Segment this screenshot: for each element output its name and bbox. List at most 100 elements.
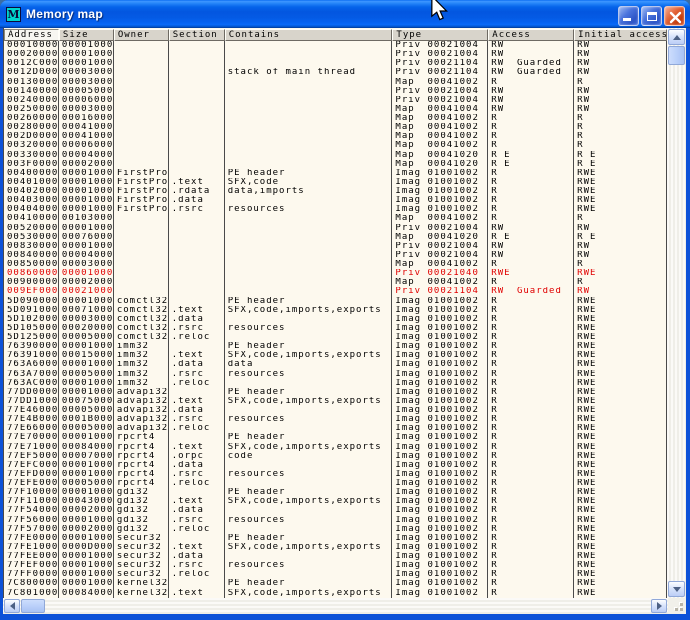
column-header-owner[interactable]: Owner xyxy=(114,29,169,41)
table-row[interactable]: 0041000000103000Map 00041002RR xyxy=(4,214,667,223)
titlebar[interactable]: M Memory map xyxy=(0,0,690,28)
table-row[interactable]: 77E6600000005000advapi32.relocImag 01001… xyxy=(4,424,667,433)
cell-section xyxy=(169,50,225,59)
table-row[interactable]: 77EF500000007000rpcrt4.orpccodeImag 0100… xyxy=(4,452,667,461)
table-row[interactable]: 77EFC00000001000rpcrt4.dataImag 01001002… xyxy=(4,461,667,470)
column-header-type[interactable]: Type xyxy=(392,29,488,41)
table-row[interactable]: 77EFD00000001000rpcrt4.rsrcresourcesImag… xyxy=(4,470,667,479)
table-row[interactable]: 002D000000041000Map 00041002RR xyxy=(4,132,667,141)
table-row[interactable]: 77FF000000001000secur32.relocImag 010010… xyxy=(4,570,667,579)
table-row[interactable]: 77F5600000001000gdi32.rsrcresourcesImag … xyxy=(4,516,667,525)
scroll-up-button[interactable] xyxy=(668,29,685,45)
table-row[interactable]: 77EFE00000005000rpcrt4.relocImag 0100100… xyxy=(4,479,667,488)
table-row[interactable]: 77DD100000075000advapi32.textSFX,code,im… xyxy=(4,397,667,406)
table-row[interactable]: 0084000000004000Priv 00021004RWRW xyxy=(4,251,667,260)
cell-access: R xyxy=(488,360,574,369)
table-row[interactable]: 003F000000002000Map 00041020R ER E xyxy=(4,160,667,169)
table-row[interactable]: 77F5400000002000gdi32.dataImag 01001002R… xyxy=(4,506,667,515)
column-header-size[interactable]: Size xyxy=(59,29,114,41)
table-row[interactable]: 0083000000001000Priv 00021004RWRW xyxy=(4,242,667,251)
minimize-button[interactable] xyxy=(618,6,639,26)
table-row[interactable]: 5D10200000003000comctl32.dataImag 010010… xyxy=(4,315,667,324)
cell-access: R xyxy=(488,470,574,479)
table-row[interactable]: 009EF00000021000Priv 00021104RW GuardedR… xyxy=(4,287,667,296)
table-row[interactable]: 7C80000000001000kernel32PE headerImag 01… xyxy=(4,579,667,588)
cell-address: 7C800000 xyxy=(4,579,59,588)
column-header-contains[interactable]: Contains xyxy=(225,29,393,41)
table-row[interactable]: 0052000000001000Priv 00021004RWRW xyxy=(4,224,667,233)
table-row[interactable]: 77E4600000005000advapi32.dataImag 010010… xyxy=(4,406,667,415)
table-row[interactable]: 77FE000000001000secur32PE headerImag 010… xyxy=(4,534,667,543)
resize-grip[interactable] xyxy=(668,598,686,614)
table-row[interactable]: 763AC00000001000imm32.relocImag 01001002… xyxy=(4,379,667,388)
close-button[interactable] xyxy=(664,6,685,26)
table-row[interactable]: 763A700000005000imm32.rsrcresourcesImag … xyxy=(4,370,667,379)
table-row[interactable]: 77DD000000001000advapi32PE headerImag 01… xyxy=(4,388,667,397)
cell-initial_access: RWE xyxy=(574,579,667,588)
table-row[interactable]: 0025000000003000Map 00041004RWRW xyxy=(4,105,667,114)
table-row[interactable]: 0040100000001000FirstPro.textSFX,codeIma… xyxy=(4,178,667,187)
cell-type: Map 00041002 xyxy=(392,78,488,87)
scroll-left-button[interactable] xyxy=(4,599,20,613)
table-row[interactable]: 77F1000000001000gdi32PE headerImag 01001… xyxy=(4,488,667,497)
table-row[interactable]: 0053000000076000Map 00041020R ER E xyxy=(4,233,667,242)
table-row[interactable]: 77F5700000002000gdi32.relocImag 01001002… xyxy=(4,525,667,534)
table-row[interactable]: 0086000000001000Priv 00021040RWERWE xyxy=(4,269,667,278)
cell-section: .reloc xyxy=(169,570,225,579)
table-row[interactable]: 77E7000000001000rpcrt4PE headerImag 0100… xyxy=(4,433,667,442)
table-row[interactable]: 7639000000001000imm32PE headerImag 01001… xyxy=(4,342,667,351)
cell-size: 00003000 xyxy=(59,68,114,77)
table-row[interactable]: 0013000000003000Map 00041002RR xyxy=(4,78,667,87)
table-row[interactable]: 77FEF00000001000secur32.rsrcresourcesIma… xyxy=(4,561,667,570)
cell-access: R xyxy=(488,506,574,515)
table-row[interactable]: 0032000000006000Map 00041002RR xyxy=(4,141,667,150)
cell-address: 00402000 xyxy=(4,187,59,196)
table-row[interactable]: 77FE10000000D000secur32.textSFX,code,imp… xyxy=(4,543,667,552)
horizontal-scroll-thumb[interactable] xyxy=(21,599,45,613)
table-row[interactable]: 0040000000001000FirstProPE headerImag 01… xyxy=(4,169,667,178)
cell-access: R xyxy=(488,461,574,470)
table-row[interactable]: 7C80100000084000kernel32.textSFX,code,im… xyxy=(4,589,667,598)
table-row[interactable]: 77E7100000084000rpcrt4.textSFX,code,impo… xyxy=(4,443,667,452)
table-row[interactable]: 0012C00000001000Priv 00021104RW GuardedR… xyxy=(4,59,667,68)
vertical-scrollbar[interactable] xyxy=(667,28,686,598)
table-row[interactable]: 0002000000001000Priv 00021004RWRW xyxy=(4,50,667,59)
table-row[interactable]: 5D12500000005000comctl32.relocImag 01001… xyxy=(4,333,667,342)
table-row[interactable]: 0090000000002000Map 00041002RR xyxy=(4,278,667,287)
table-row[interactable]: 5D09100000071000comctl32.textSFX,code,im… xyxy=(4,306,667,315)
table-row[interactable]: 5D09000000001000comctl32PE headerImag 01… xyxy=(4,297,667,306)
table-row[interactable]: 0040300000001000FirstPro.dataImag 010010… xyxy=(4,196,667,205)
cell-contains: resources xyxy=(225,470,393,479)
scroll-down-button[interactable] xyxy=(668,581,685,597)
cell-contains xyxy=(225,78,393,87)
table-row[interactable]: 0026000000016000Map 00041002RR xyxy=(4,114,667,123)
table-row[interactable]: 0012D00000003000stack of main threadPriv… xyxy=(4,68,667,77)
table-row[interactable]: 77FEE00000001000secur32.dataImag 0100100… xyxy=(4,552,667,561)
horizontal-scrollbar[interactable] xyxy=(3,598,668,614)
cell-size: 00001000 xyxy=(59,187,114,196)
table-row[interactable]: 0001000000001000Priv 00021004RWRW xyxy=(4,41,667,50)
table-row[interactable]: 763A600000001000imm32.datadataImag 01001… xyxy=(4,360,667,369)
table-row[interactable]: 0028000000041000Map 00041002RR xyxy=(4,123,667,132)
table-row[interactable]: 0024000000006000Priv 00021004RWRW xyxy=(4,96,667,105)
table-row[interactable]: 0014000000005000Priv 00021004RWRW xyxy=(4,87,667,96)
cell-size: 00005000 xyxy=(59,406,114,415)
table-row[interactable]: 7639100000015000imm32.textSFX,code,impor… xyxy=(4,351,667,360)
scroll-right-button[interactable] xyxy=(651,599,667,613)
column-header-address[interactable]: Address xyxy=(4,29,59,41)
table-row[interactable]: 0033000000004000Map 00041020R ER E xyxy=(4,151,667,160)
table-row[interactable]: 0085000000003000Map 00041002RR xyxy=(4,260,667,269)
table-row[interactable]: 0040400000001000FirstPro.rsrcresourcesIm… xyxy=(4,205,667,214)
table-row[interactable]: 77F1100000043000gdi32.textSFX,code,impor… xyxy=(4,497,667,506)
cell-owner xyxy=(114,242,169,251)
maximize-button[interactable] xyxy=(641,6,662,26)
cell-size: 00001000 xyxy=(59,59,114,68)
ollydbg-m-icon[interactable]: M xyxy=(6,7,21,22)
column-header-access[interactable]: Access xyxy=(488,29,574,41)
vertical-scroll-thumb[interactable] xyxy=(668,46,685,65)
table-row[interactable]: 77E4B0000001B000advapi32.rsrcresourcesIm… xyxy=(4,415,667,424)
column-header-section[interactable]: Section xyxy=(169,29,225,41)
table-row[interactable]: 0040200000001000FirstPro.rdatadata,impor… xyxy=(4,187,667,196)
table-row[interactable]: 5D10500000020000comctl32.rsrcresourcesIm… xyxy=(4,324,667,333)
column-header-initial_access[interactable]: Initial access xyxy=(574,29,667,41)
